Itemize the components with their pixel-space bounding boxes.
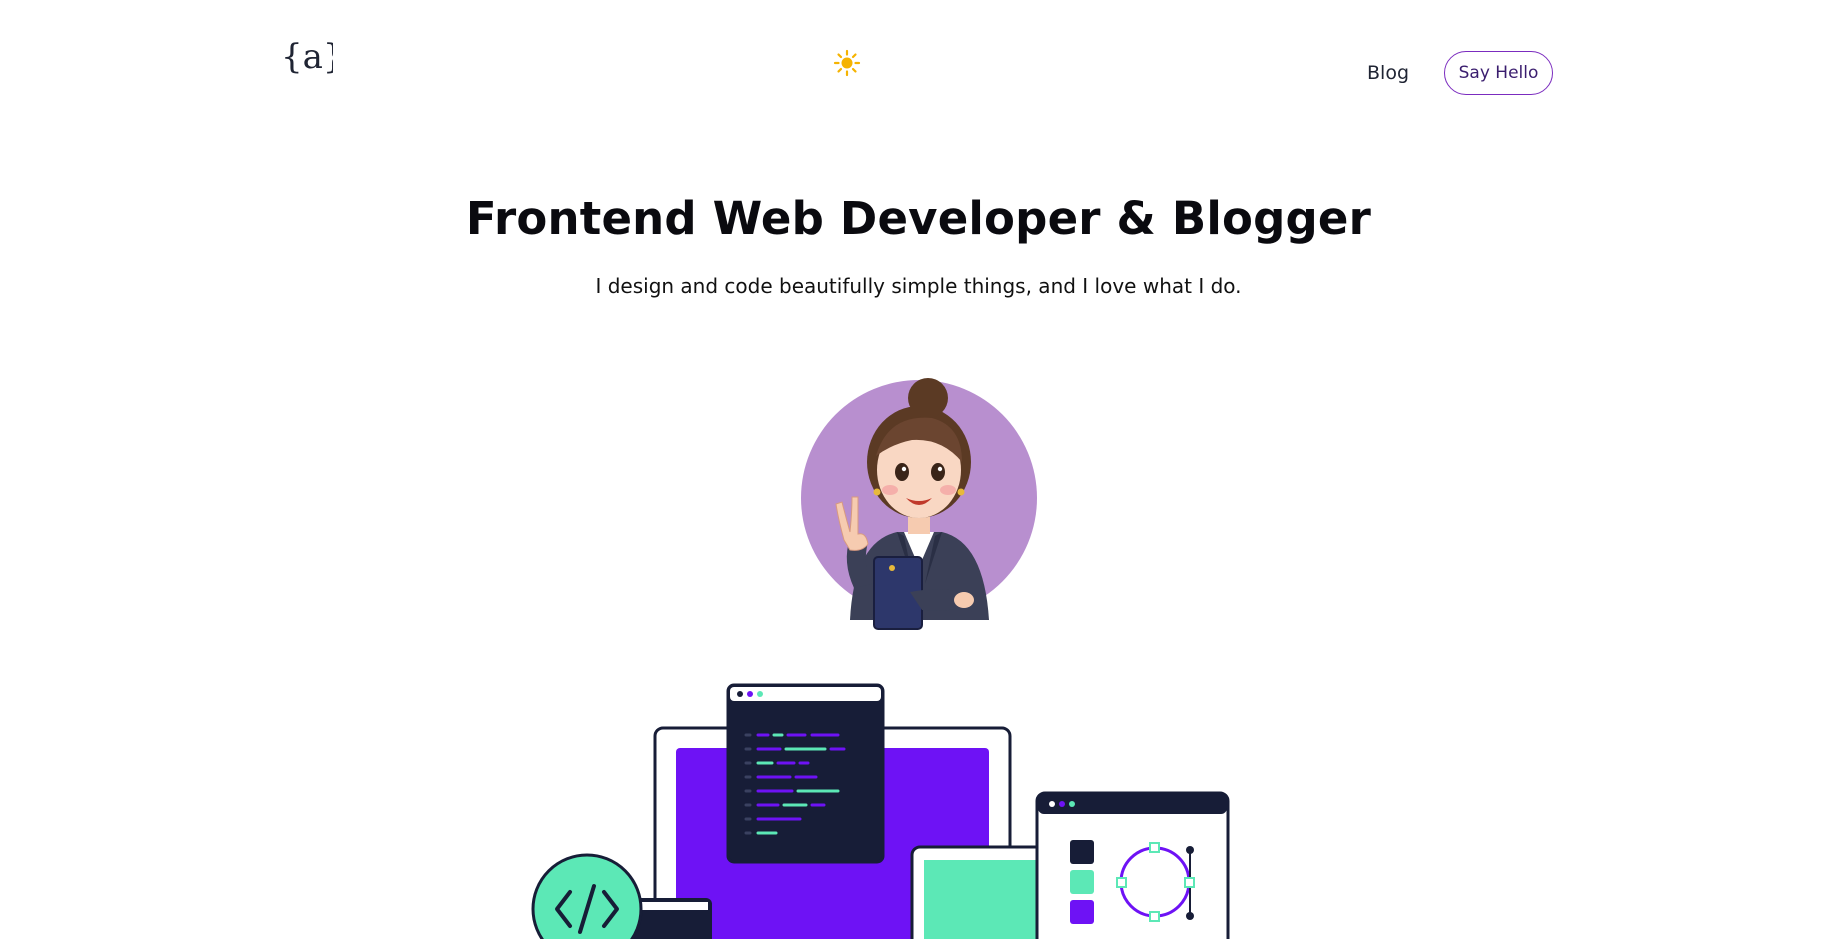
- avatar-illustration: [801, 378, 1037, 630]
- hero-title: Frontend Web Developer & Blogger: [465, 192, 1372, 245]
- logo-text: {a}: [281, 37, 333, 77]
- hero-subtitle: I design and code beautifully simple thi…: [595, 274, 1242, 298]
- code-icon: [531, 853, 643, 939]
- say-hello-button[interactable]: Say Hello: [1444, 51, 1553, 95]
- sun-icon[interactable]: [833, 49, 861, 77]
- nav-blog-link[interactable]: Blog: [1367, 62, 1409, 84]
- logo[interactable]: {a}: [281, 36, 333, 80]
- workspace-illustration: [531, 683, 1230, 939]
